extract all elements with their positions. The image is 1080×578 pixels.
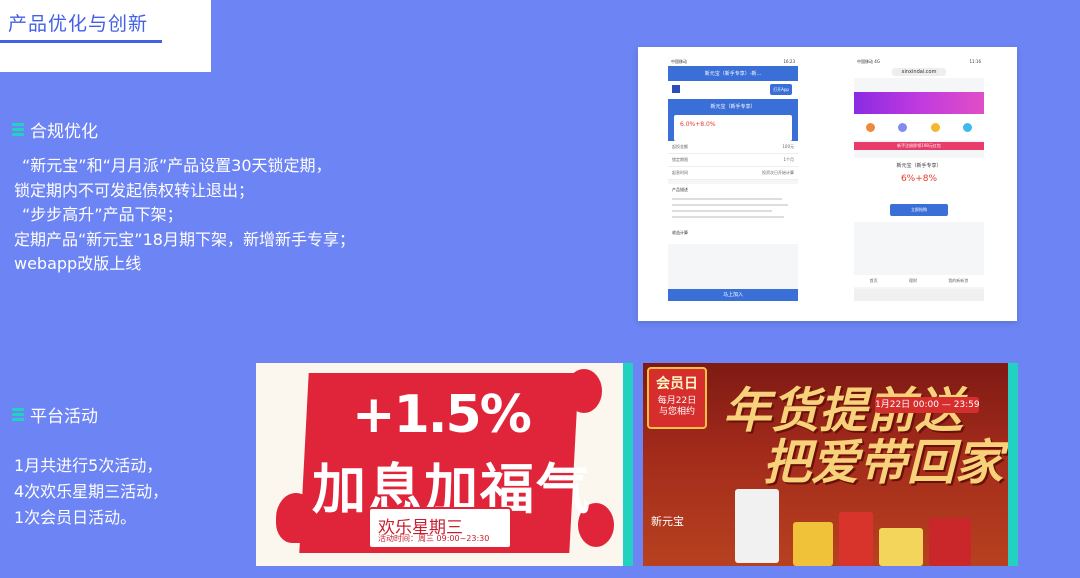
text-line: 锁定期内不可发起债权转让退出； <box>14 180 255 200</box>
promo-banner <box>854 92 984 114</box>
section-heading-activities: 平台活动 <box>12 402 98 427</box>
text-line: 定期产品“新元宝”18月期下架，新增新手专享； <box>14 229 355 249</box>
activity-lines: 1月共进行5次活动， 4次欢乐星期三活动， 1次会员日活动。 <box>14 453 168 531</box>
page-title: 产品优化与创新 <box>8 13 149 35</box>
fish-icon <box>276 493 316 543</box>
feature-icon <box>898 122 908 132</box>
title-underline <box>0 40 162 43</box>
detail-row: 起息时间 投资次日开始计算 <box>668 167 798 180</box>
badge-title: 会员日 <box>656 376 698 392</box>
logo-icon <box>672 85 680 93</box>
status-time: 11:16 <box>969 59 981 64</box>
app-header: 打开App <box>668 81 798 99</box>
status-carrier: 中国移动 <box>671 59 687 64</box>
title-card: 产品优化与创新 <box>0 0 211 72</box>
product-tag: 新元宝 <box>651 515 684 528</box>
gift-box-image <box>929 518 971 566</box>
product-name: 新元宝（新手专享） <box>896 163 942 169</box>
hero-title: 新元宝（新手专享） <box>710 104 756 110</box>
status-bar: 中国移动 4G 11:16 <box>854 59 984 66</box>
banner-headline-2: 把爱带回家 <box>763 435 1004 491</box>
feature-icon <box>930 122 940 132</box>
compliance-lines: “新元宝”和“月月派”产品设置30天锁定期， 锁定期内不可发起债权转让退出； “… <box>14 154 355 277</box>
accent-edge <box>623 363 633 566</box>
tab-home: 首页 <box>869 278 878 283</box>
url-text: xinxindai.com <box>891 68 947 76</box>
happy-wednesday-banner: +1.5% 加息加福气 欢乐星期三 活动时间：周三 09:00~23:30 <box>256 363 633 566</box>
detail-row: 锁定期限 1个月 <box>668 154 798 167</box>
rate-value: 6.0%+8.0% <box>680 121 716 128</box>
status-bar: 中国移动 16:23 <box>668 59 798 66</box>
text-line: 1次会员日活动。 <box>14 508 137 527</box>
section-heading-text: 平台活动 <box>30 407 98 427</box>
calc-heading: 收益计算 <box>672 230 688 235</box>
description-block: 产品描述 收益计算 <box>668 184 798 244</box>
text-line: “新元宝”和“月月派”产品设置30天锁定期， <box>22 156 332 175</box>
text-line: 4次欢乐星期三活动， <box>14 482 169 501</box>
weekday-box: 欢乐星期三 活动时间：周三 09:00~23:30 <box>368 507 512 549</box>
section-heading-text: 合规优化 <box>30 122 98 142</box>
detail-row: 起投金额 100元 <box>668 141 798 154</box>
tab-invest: 理财 <box>908 278 917 283</box>
text-line: 1月共进行5次活动， <box>14 456 163 475</box>
accent-edge <box>1008 363 1018 566</box>
tab-mine: 我的新新贷 <box>948 278 969 283</box>
rate-card: 6.0%+8.0% <box>674 115 792 141</box>
detail-rows: 起投金额 100元 锁定期限 1个月 起息时间 投资次日开始计算 <box>668 141 798 180</box>
badge-sub: 与您相约 <box>658 407 695 417</box>
lantern-icon <box>566 369 602 413</box>
gift-box-image <box>879 528 923 566</box>
event-date: 1月22日 00:00 — 23:59 <box>875 397 980 413</box>
stacked-bars-icon <box>12 122 24 138</box>
text-line: webapp改版上线 <box>14 254 142 273</box>
feature-icon <box>963 122 973 132</box>
url-bar: xinxindai.com <box>854 66 984 78</box>
phone-screenshot-app: 中国移动 16:23 新元宝（新手专享）-新... 打开App 新元宝（新手专享… <box>668 59 798 301</box>
member-day-badge: 会员日 每月22日 与您相约 <box>647 367 707 429</box>
member-day-banner: 会员日 每月22日 与您相约 年货提前送 把爱带回家 1月22日 00:00 —… <box>643 363 1018 566</box>
phone-screenshot-web: 中国移动 4G 11:16 xinxindai.com 新手注册即领108元红包… <box>854 59 984 301</box>
open-app-button: 打开App <box>770 84 792 95</box>
app-screenshots-panel: 中国移动 16:23 新元宝（新手专享）-新... 打开App 新元宝（新手专享… <box>638 47 1017 321</box>
tab-bar: 首页 理财 我的新新贷 <box>854 275 984 287</box>
feature-icons <box>854 114 984 140</box>
nav-title: 新元宝（新手专享）-新... <box>668 66 798 81</box>
status-carrier: 中国移动 4G <box>857 59 880 64</box>
gift-box-image <box>839 512 873 566</box>
promo-strip: 新手注册即领108元红包 <box>854 142 984 150</box>
badge-sub: 每月22日 <box>657 396 697 406</box>
buy-button: 立即抢购 <box>890 204 948 216</box>
join-button: 马上加入 <box>668 289 798 301</box>
product-card: 新元宝（新手专享） 6%+8% 立即抢购 <box>854 158 984 222</box>
browser-toolbar <box>854 289 984 301</box>
text-line: “步步高升”产品下架； <box>22 205 183 224</box>
event-time: 活动时间：周三 09:00~23:30 <box>378 534 490 543</box>
status-time: 16:23 <box>783 59 795 64</box>
bonus-rate: +1.5% <box>352 385 532 445</box>
desc-heading: 产品描述 <box>672 187 688 192</box>
gift-box-image <box>793 522 833 566</box>
product-rate: 6%+8% <box>900 174 938 184</box>
product-hero: 新元宝（新手专享） 6.0%+8.0% <box>668 99 798 141</box>
air-purifier-image <box>735 489 779 563</box>
feature-icon <box>865 122 875 132</box>
stacked-bars-icon <box>12 407 24 423</box>
section-heading-compliance: 合规优化 <box>12 117 98 142</box>
